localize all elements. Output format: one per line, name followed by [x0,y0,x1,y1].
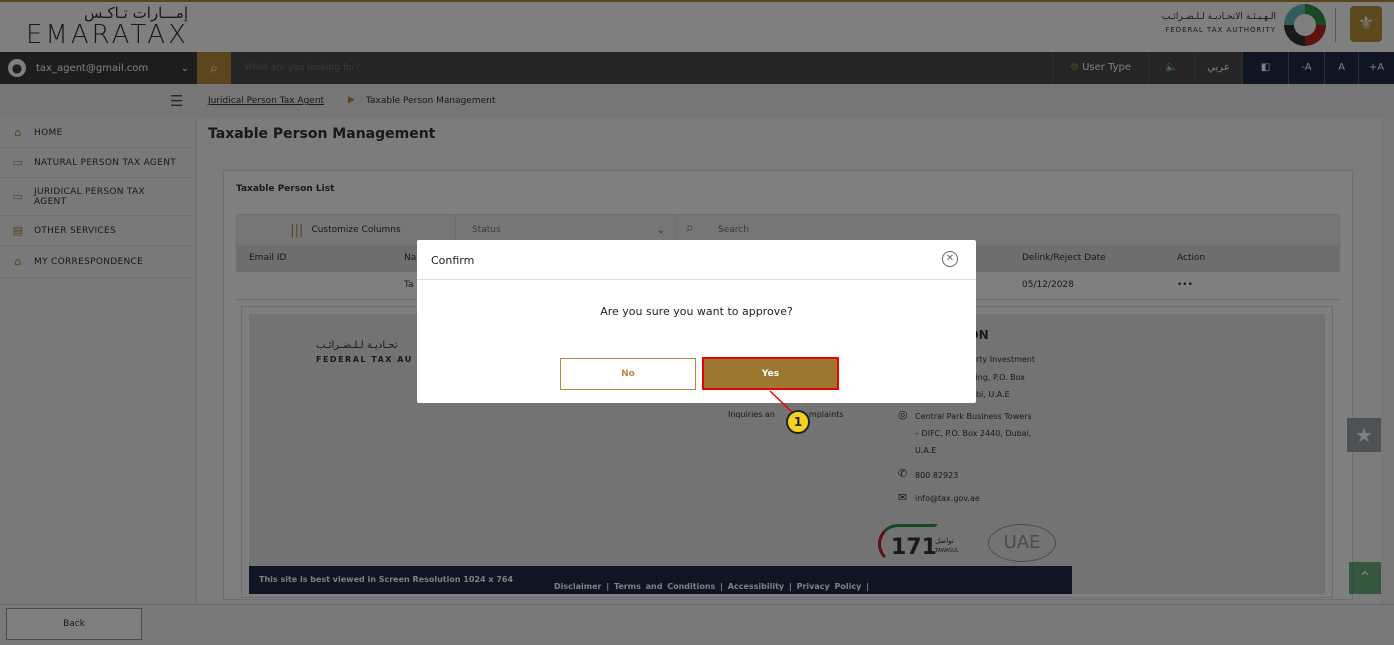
dialog-title: Confirm [431,254,475,267]
dialog-header [417,240,976,280]
step-callout-badge: 1 [786,410,810,434]
close-icon[interactable]: ✕ [942,251,958,267]
no-button[interactable]: No [560,358,696,390]
dialog-message: Are you sure you want to approve? [600,305,793,318]
yes-button[interactable]: Yes [702,357,839,390]
